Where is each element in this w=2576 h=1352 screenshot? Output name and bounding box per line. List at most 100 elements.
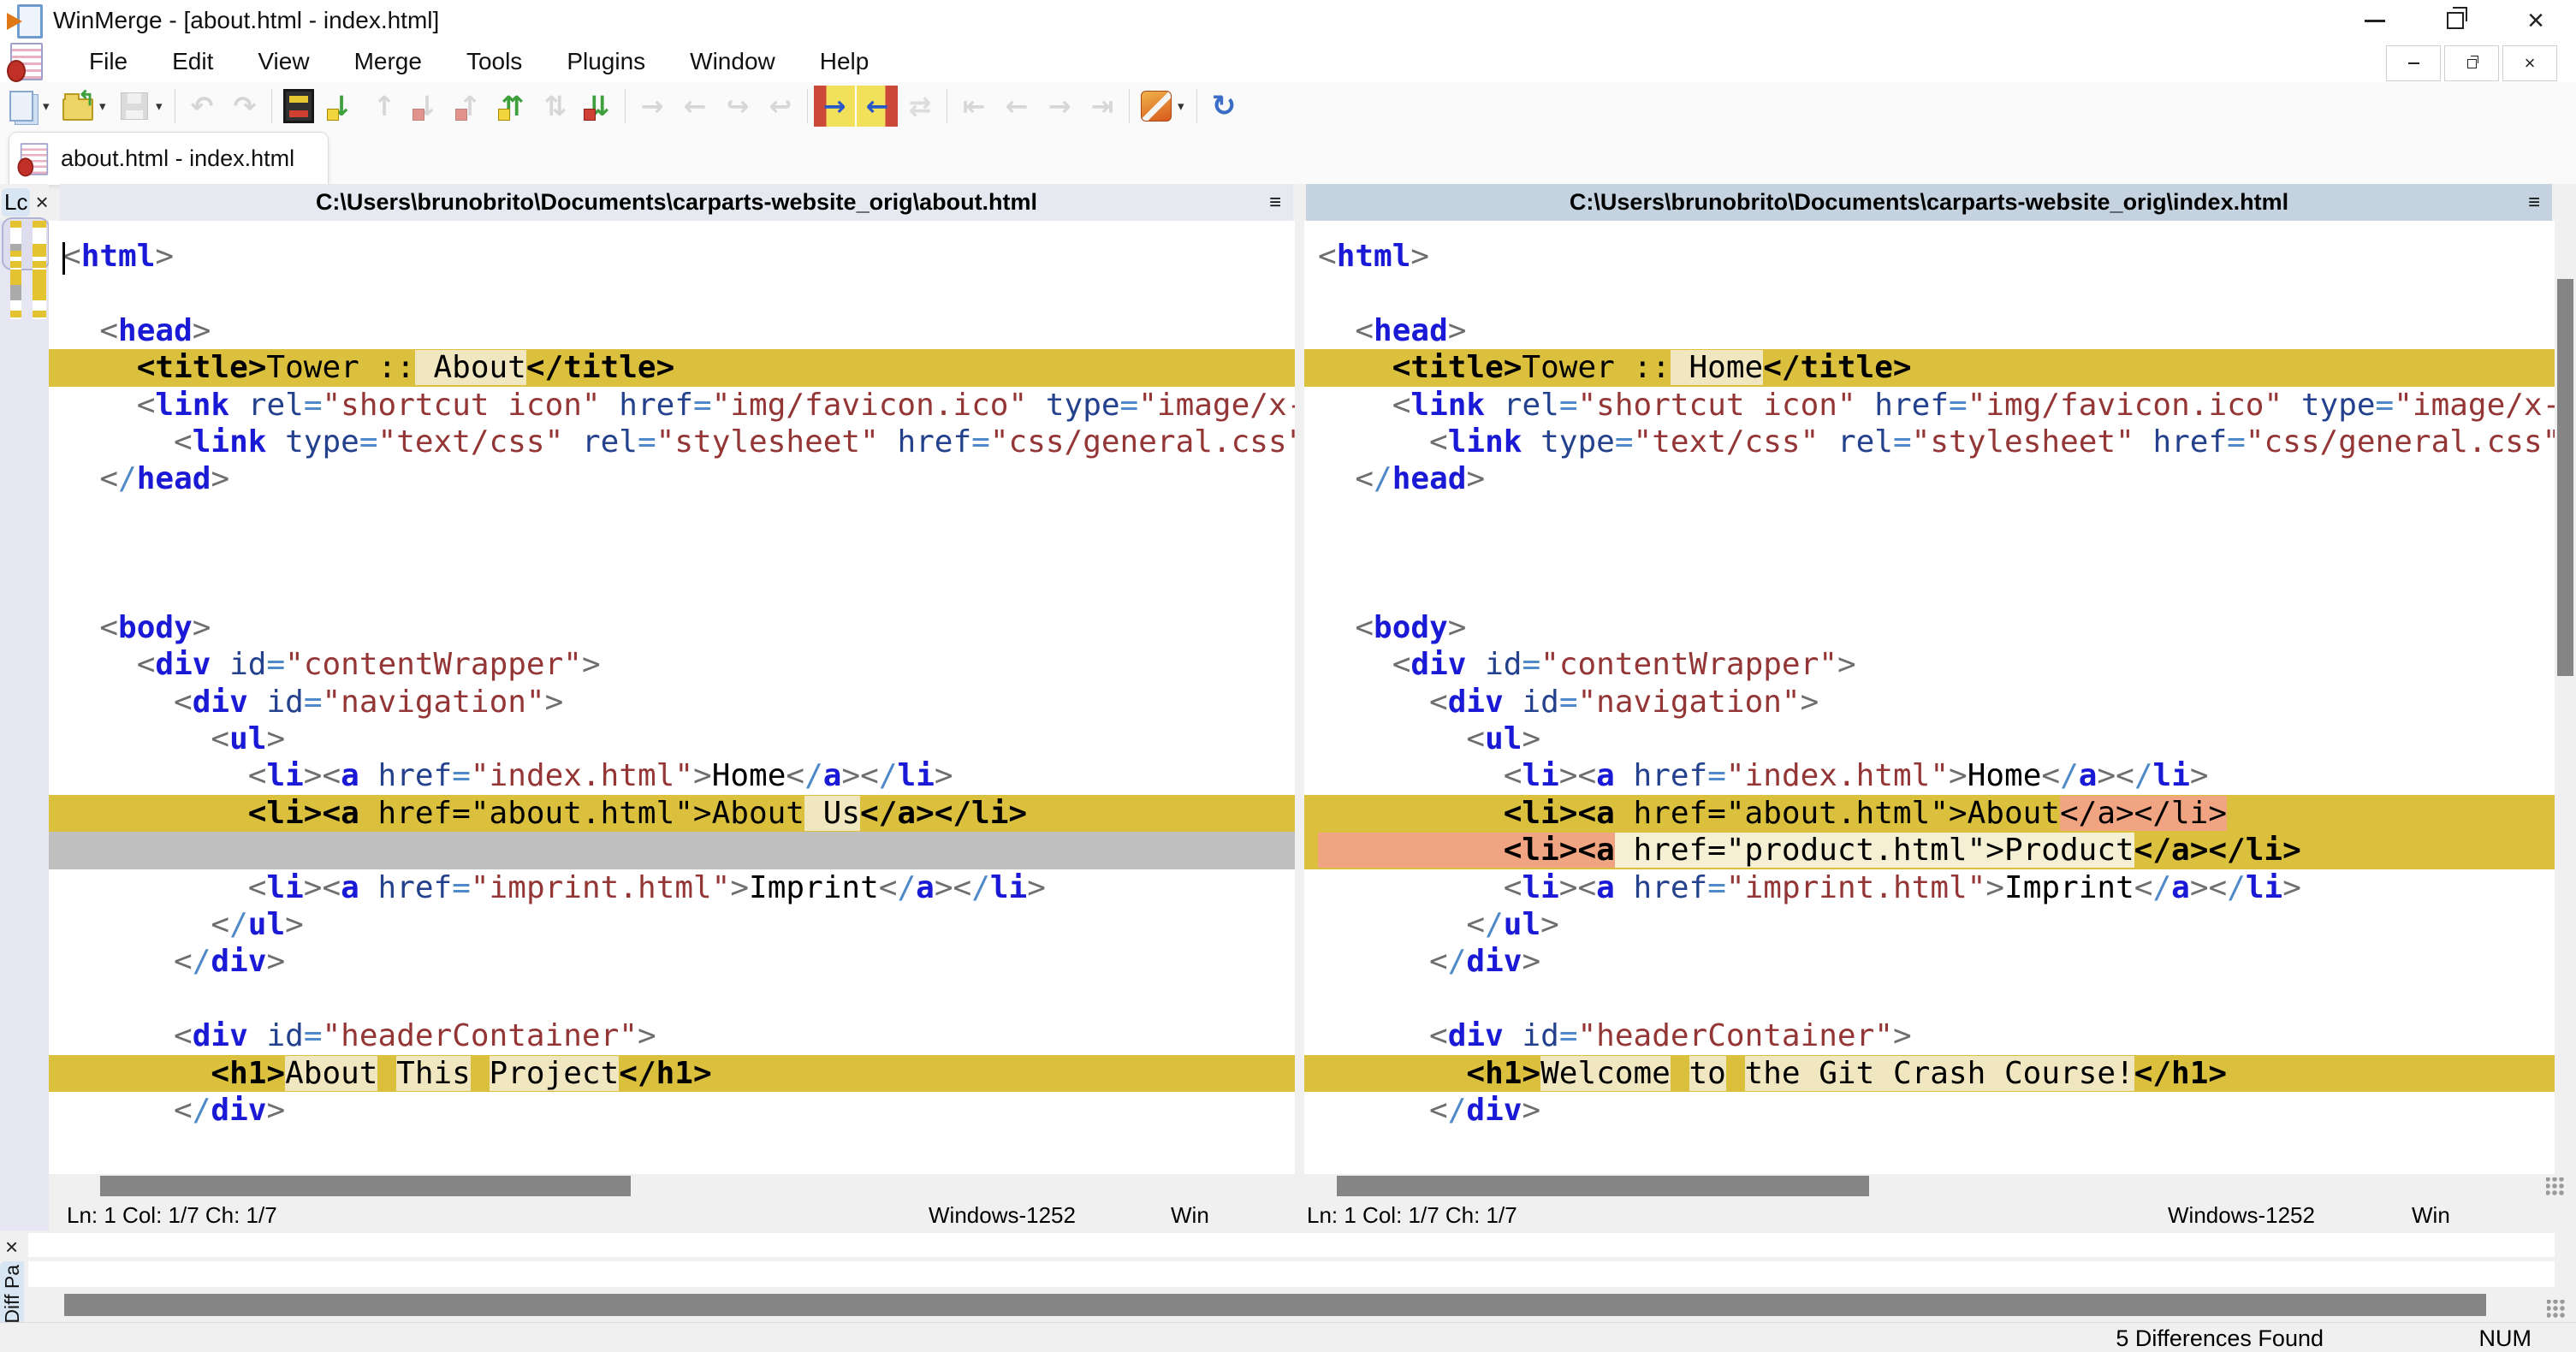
red-marker (584, 109, 596, 121)
copy-right-button[interactable]: → (814, 86, 855, 127)
mdi-minimize-button[interactable] (2386, 45, 2441, 81)
previous-conflict-button[interactable]: ← (674, 86, 715, 127)
copy-left-button[interactable]: ← (857, 86, 898, 127)
close-button[interactable]: × (2496, 0, 2576, 41)
current-difference-button[interactable]: ⇅ (535, 86, 576, 127)
next-conflict-button[interactable]: → (632, 86, 673, 127)
copy-right-advance-button[interactable]: ⇥ (1082, 86, 1123, 127)
dropdown-arrow-icon[interactable]: ▾ (1178, 98, 1190, 114)
copy-both-button[interactable]: ⇄ (899, 86, 941, 127)
diff-location-mark (33, 311, 46, 317)
location-map-right[interactable] (33, 221, 46, 319)
code-line: </div> (1429, 1092, 1541, 1128)
undo-arrow-icon: ↶ (190, 90, 214, 122)
restore-button[interactable] (2415, 0, 2496, 41)
copy-right-next-button[interactable]: → (1039, 86, 1080, 127)
menu-item-plugins[interactable]: Plugins (544, 41, 668, 82)
pane-menu-icon[interactable]: ≡ (1269, 191, 1281, 215)
dropdown-arrow-icon[interactable]: ▾ (43, 98, 55, 114)
minimize-icon (2365, 19, 2385, 22)
vertical-scrollbar[interactable] (2555, 221, 2576, 1174)
arrow-bar-left-icon: ⇤ (962, 90, 986, 122)
minimize-button[interactable] (2335, 0, 2415, 41)
scrollbar-thumb[interactable] (1337, 1176, 1869, 1196)
encoding: Windows-1252 (929, 1202, 1076, 1228)
refresh-button[interactable]: ↻ (1203, 86, 1244, 127)
document-compare-icon (7, 43, 43, 82)
next-difference-button[interactable]: ↓ (321, 86, 362, 127)
previous-moved-button[interactable]: ↩ (760, 86, 801, 127)
close-icon: × (2524, 52, 2536, 74)
location-map-left[interactable] (10, 221, 21, 319)
diff-pane-tab[interactable]: Diff Pa (0, 1261, 24, 1326)
copy-left-next-button[interactable]: ← (996, 86, 1037, 127)
window-title: WinMerge - [about.html - index.html] (53, 7, 440, 33)
code-line: <title>Tower :: About</title> (49, 349, 1295, 387)
diff-location-mark (33, 261, 46, 268)
code-line: <body> (1355, 609, 1467, 645)
menu-item-view[interactable]: View (235, 41, 331, 82)
toolbar-separator (807, 89, 808, 123)
code-line: <li><a href="about.html">About</a></li> (1304, 794, 2555, 833)
right-horizontal-scrollbar[interactable] (1304, 1174, 2555, 1198)
pane-menu-icon[interactable]: ≡ (2528, 191, 2540, 215)
left-horizontal-scrollbar[interactable] (49, 1174, 1295, 1198)
code-line: </div> (174, 944, 286, 980)
last-difference-button[interactable]: ↓ (407, 86, 448, 127)
new-file-button[interactable] (1, 86, 42, 127)
menu-item-tools[interactable]: Tools (444, 41, 544, 82)
code-line: <h1>Welcome to the Git Crash Course!</h1… (1304, 1054, 2555, 1092)
arrow-left-hook-icon: ↩ (769, 90, 792, 122)
menu-item-merge[interactable]: Merge (332, 41, 444, 82)
arrow-bar-right-icon: ⇥ (1090, 90, 1114, 122)
code-line: </ul> (211, 907, 304, 943)
scrollbar-thumb[interactable] (100, 1176, 631, 1196)
mdi-restore-button[interactable] (2444, 45, 2499, 81)
diff-pane: × Diff Pa (0, 1230, 2576, 1326)
dropdown-arrow-icon[interactable]: ▾ (99, 98, 111, 114)
eol-style: Win (2412, 1202, 2450, 1228)
code-line: <html> (62, 239, 175, 274)
right-code-editor[interactable]: <html> <head> <title>Tower :: Home</titl… (1304, 221, 2555, 1174)
save-button[interactable] (114, 86, 155, 127)
dropdown-arrow-icon[interactable]: ▾ (156, 98, 168, 114)
arrow-left-icon: ← (1005, 90, 1029, 122)
code-line: <li><a href="imprint.html">Imprint</a></… (1503, 869, 2301, 905)
right-file-path: C:\Users\brunobrito\Documents\carparts-w… (1569, 189, 2289, 215)
code-line: </div> (174, 1092, 286, 1128)
toolbar-separator (1129, 89, 1130, 123)
yellow-marker (498, 109, 510, 121)
menu-item-help[interactable]: Help (798, 41, 892, 82)
vertical-scrollbar-thumb[interactable] (2557, 279, 2573, 676)
next-moved-button[interactable]: ↪ (717, 86, 758, 127)
highlight-syntax-button[interactable] (278, 86, 319, 127)
code-line: <div id="headerContainer"> (174, 1018, 656, 1054)
left-pane-status-bar: Ln: 1 Col: 1/7 Ch: 1/7 Windows-1252 Win (49, 1198, 1295, 1230)
code-line: <li><a href="index.html">Home</a></li> (1503, 758, 2209, 794)
open-button[interactable] (57, 86, 98, 127)
options-button[interactable] (1136, 86, 1177, 127)
diff-pane-close-icon[interactable]: × (5, 1234, 18, 1260)
last-diff-block-button[interactable]: ⇊ (578, 86, 619, 127)
code-line: <head> (99, 312, 211, 348)
compare-tab[interactable]: about.html - index.html (9, 132, 329, 185)
minimize-icon (2407, 62, 2419, 64)
redo-button[interactable]: ↷ (224, 86, 265, 127)
menu-item-file[interactable]: File (67, 41, 150, 82)
copy-left-advance-button[interactable]: ⇤ (953, 86, 994, 127)
first-difference-button[interactable]: ↑ (449, 86, 490, 127)
previous-difference-button[interactable]: ↑ (364, 86, 405, 127)
location-pane-header: Lc × (0, 184, 49, 221)
mdi-close-button[interactable]: × (2502, 45, 2557, 81)
scrollbar-thumb[interactable] (64, 1294, 2486, 1316)
location-pane[interactable] (0, 217, 50, 1230)
location-pane-close-icon[interactable]: × (35, 189, 48, 216)
menu-item-window[interactable]: Window (668, 41, 798, 82)
diff-pane-scrollbar[interactable] (28, 1290, 2555, 1319)
menu-item-edit[interactable]: Edit (150, 41, 235, 82)
first-diff-block-button[interactable]: ⇈ (492, 86, 533, 127)
left-code-editor[interactable]: <html> <head> <title>Tower :: About</tit… (49, 221, 1295, 1174)
undo-button[interactable]: ↶ (181, 86, 223, 127)
copy-both-icon: ⇄ (908, 90, 932, 122)
